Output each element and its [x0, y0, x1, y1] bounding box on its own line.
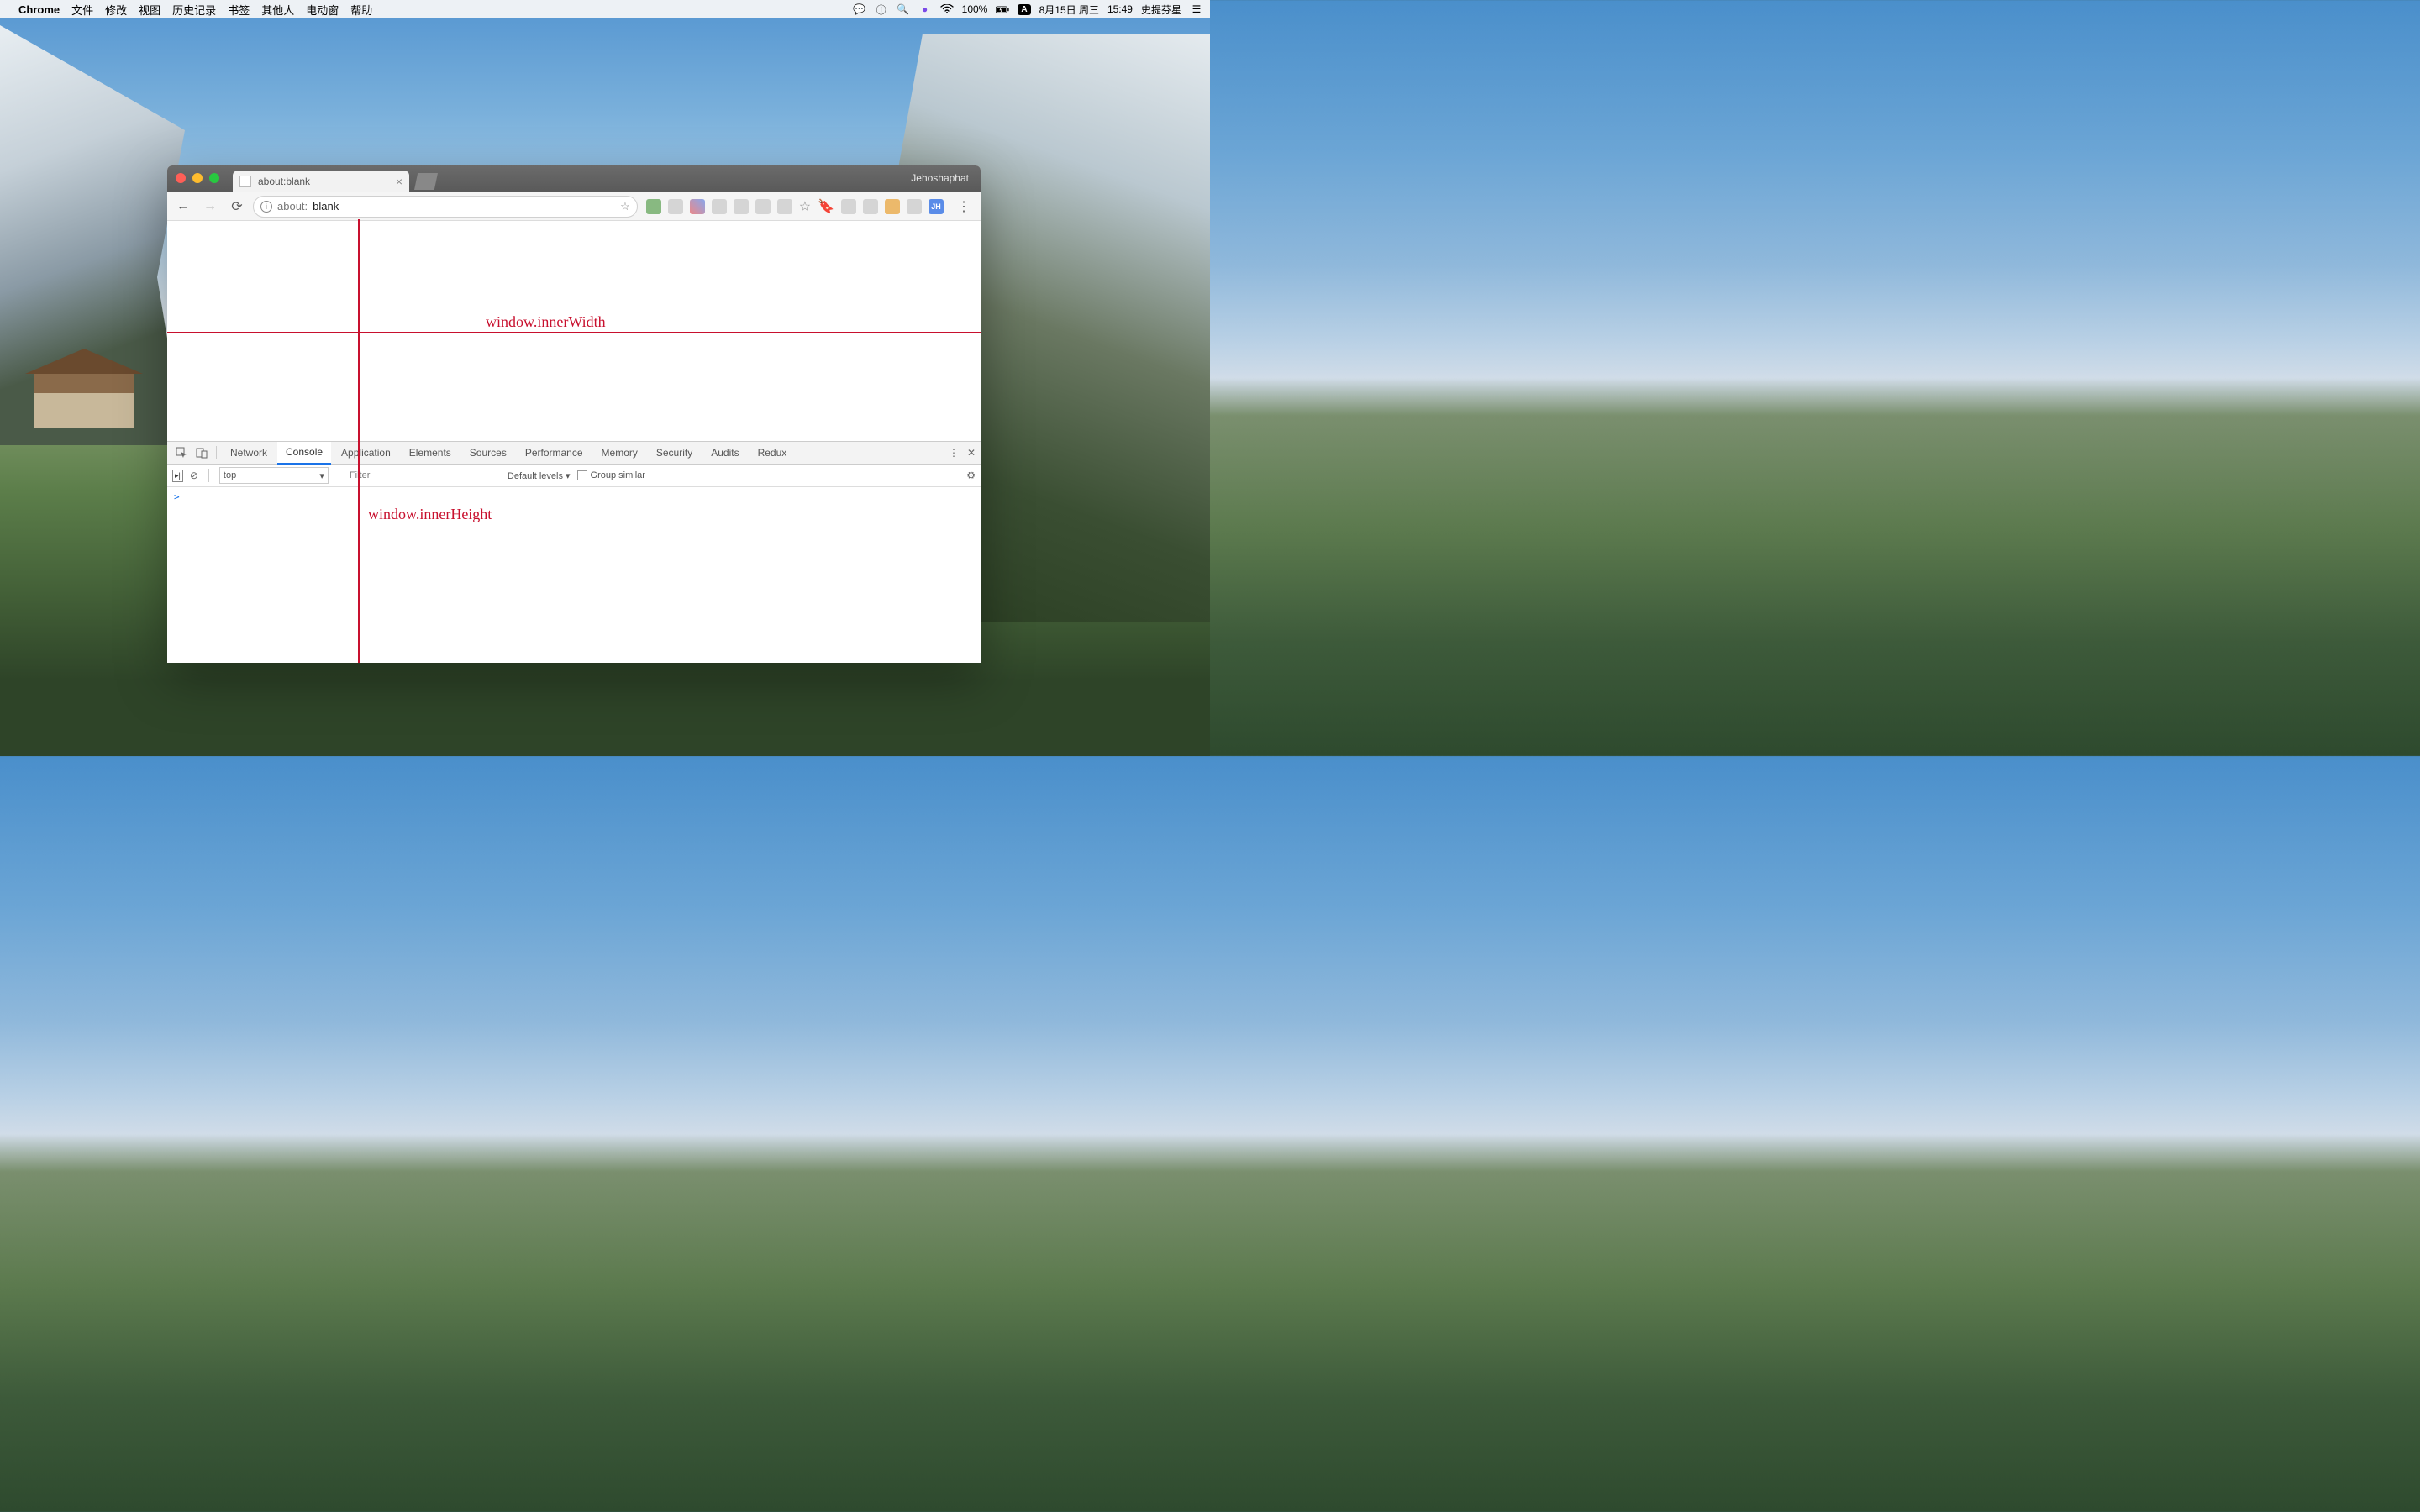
group-similar-checkbox[interactable]	[577, 470, 587, 480]
reload-button[interactable]: ⟳	[226, 196, 248, 218]
input-source-badge[interactable]: A	[1018, 4, 1030, 15]
chrome-window: about:blank × Jehoshaphat ← → ⟳ i about:…	[167, 165, 981, 663]
chrome-profile-label[interactable]: Jehoshaphat	[911, 172, 969, 184]
inspect-element-button[interactable]	[172, 444, 191, 462]
group-similar-label: Group similar	[591, 470, 645, 480]
tab-favicon-icon	[239, 176, 251, 187]
new-tab-button[interactable]	[414, 173, 438, 190]
menu-view[interactable]: 视图	[139, 2, 160, 18]
chrome-toolbar: ← → ⟳ i about: blank ☆ ☆ 🔖 JH ⋮	[167, 192, 981, 221]
extension-icons: ☆ 🔖 JH	[643, 198, 947, 215]
menu-file[interactable]: 文件	[71, 2, 93, 18]
context-value: top	[224, 470, 236, 480]
annotation-vertical-line	[358, 219, 360, 663]
menu-help[interactable]: 帮助	[350, 2, 372, 18]
chrome-titlebar[interactable]: about:blank × Jehoshaphat	[167, 165, 981, 192]
back-button[interactable]: ←	[172, 196, 194, 218]
devtools-tab-console[interactable]: Console	[277, 442, 331, 465]
minimize-window-button[interactable]	[192, 173, 203, 183]
devtools-tab-performance[interactable]: Performance	[517, 442, 592, 465]
wallpaper-chalet	[34, 370, 134, 428]
console-toolbar: ▸| ⊘ top ▾ Default levels ▾ Group simila…	[167, 465, 981, 487]
translate-extension-icon[interactable]	[885, 199, 900, 214]
device-toolbar-button[interactable]	[192, 444, 211, 462]
menu-window[interactable]: 电动窗	[306, 2, 339, 18]
console-sidebar-toggle-icon[interactable]: ▸|	[172, 470, 183, 482]
status-icon-2[interactable]: ●	[918, 3, 932, 16]
separator	[216, 446, 217, 459]
separator	[208, 469, 209, 482]
console-settings-icon[interactable]: ⚙	[966, 470, 976, 481]
reading-list-icon[interactable]: 🔖	[818, 198, 834, 215]
tab-title: about:blank	[258, 176, 310, 187]
extension-icon-2[interactable]	[668, 199, 683, 214]
site-info-icon[interactable]: i	[260, 201, 272, 213]
annotation-horizontal-line	[167, 332, 981, 333]
spotlight-icon[interactable]: 🔍	[897, 3, 910, 16]
bookmark-star-icon[interactable]: ☆	[620, 200, 630, 213]
tab-close-button[interactable]: ×	[396, 175, 402, 188]
log-levels-select[interactable]: Default levels ▾	[508, 470, 571, 481]
browser-tab[interactable]: about:blank ×	[233, 171, 409, 192]
app-name[interactable]: Chrome	[18, 3, 60, 16]
chrome-menu-button[interactable]: ⋮	[952, 198, 976, 215]
console-filter-input[interactable]	[350, 470, 501, 480]
console-context-select[interactable]: top ▾	[219, 467, 329, 484]
menubar-date[interactable]: 8月15日 周三	[1039, 3, 1099, 17]
devtools-tabbar: Network Console Application Elements Sou…	[167, 442, 981, 465]
extension-icon-4[interactable]	[712, 199, 727, 214]
devtools-tab-elements[interactable]: Elements	[401, 442, 460, 465]
annotation-innerheight-label: window.innerHeight	[368, 506, 492, 523]
battery-icon[interactable]	[996, 3, 1009, 16]
menu-bookmarks[interactable]: 书签	[228, 2, 250, 18]
devtools-tab-security[interactable]: Security	[648, 442, 701, 465]
devtools-tab-network[interactable]: Network	[222, 442, 276, 465]
menu-edit[interactable]: 修改	[105, 2, 127, 18]
chevron-down-icon: ▾	[319, 470, 324, 481]
macos-menubar: Chrome 文件 修改 视图 历史记录 书签 其他人 电动窗 帮助 💬 ⓘ 🔍…	[0, 0, 1210, 18]
battery-percent[interactable]: 100%	[962, 3, 988, 15]
menubar-user[interactable]: 史提芬星	[1141, 3, 1181, 17]
extension-icon-5[interactable]	[734, 199, 749, 214]
close-window-button[interactable]	[176, 173, 186, 183]
extension-icon-8[interactable]	[841, 199, 856, 214]
wechat-status-icon[interactable]: 💬	[853, 3, 866, 16]
extension-icon-10[interactable]	[907, 199, 922, 214]
extension-icon-9[interactable]	[863, 199, 878, 214]
devtools-tab-redux[interactable]: Redux	[750, 442, 796, 465]
notification-center-icon[interactable]: ☰	[1190, 3, 1203, 16]
extension-icon-3[interactable]	[690, 199, 705, 214]
clear-console-button[interactable]: ⊘	[190, 470, 198, 481]
url-path: blank	[313, 200, 339, 213]
devtools-tab-sources[interactable]: Sources	[461, 442, 515, 465]
status-icon-1[interactable]: ⓘ	[875, 3, 888, 16]
forward-button[interactable]: →	[199, 196, 221, 218]
jh-extension-icon[interactable]: JH	[929, 199, 944, 214]
maximize-window-button[interactable]	[209, 173, 219, 183]
address-bar[interactable]: i about: blank ☆	[253, 196, 638, 218]
devtools-tab-memory[interactable]: Memory	[593, 442, 646, 465]
devtools-more-button[interactable]: ⋮	[949, 447, 959, 459]
evernote-extension-icon[interactable]	[646, 199, 661, 214]
console-output[interactable]: >	[167, 487, 981, 663]
extension-icon-6[interactable]	[755, 199, 771, 214]
extension-icon-7[interactable]	[777, 199, 792, 214]
devtools-close-button[interactable]: ✕	[967, 447, 976, 459]
menu-people[interactable]: 其他人	[261, 2, 294, 18]
wifi-icon[interactable]	[940, 3, 954, 16]
console-prompt[interactable]: >	[174, 491, 180, 502]
devtools-panel: Network Console Application Elements Sou…	[167, 441, 981, 663]
devtools-tab-application[interactable]: Application	[333, 442, 399, 465]
menu-history[interactable]: 历史记录	[172, 2, 216, 18]
annotation-innerwidth-label: window.innerWidth	[486, 313, 606, 331]
menubar-time[interactable]: 15:49	[1107, 3, 1133, 15]
bookmark-outline-icon[interactable]: ☆	[799, 198, 811, 215]
page-viewport[interactable]	[167, 221, 981, 441]
devtools-tab-audits[interactable]: Audits	[702, 442, 747, 465]
url-scheme: about:	[277, 200, 308, 213]
window-controls	[176, 173, 219, 183]
